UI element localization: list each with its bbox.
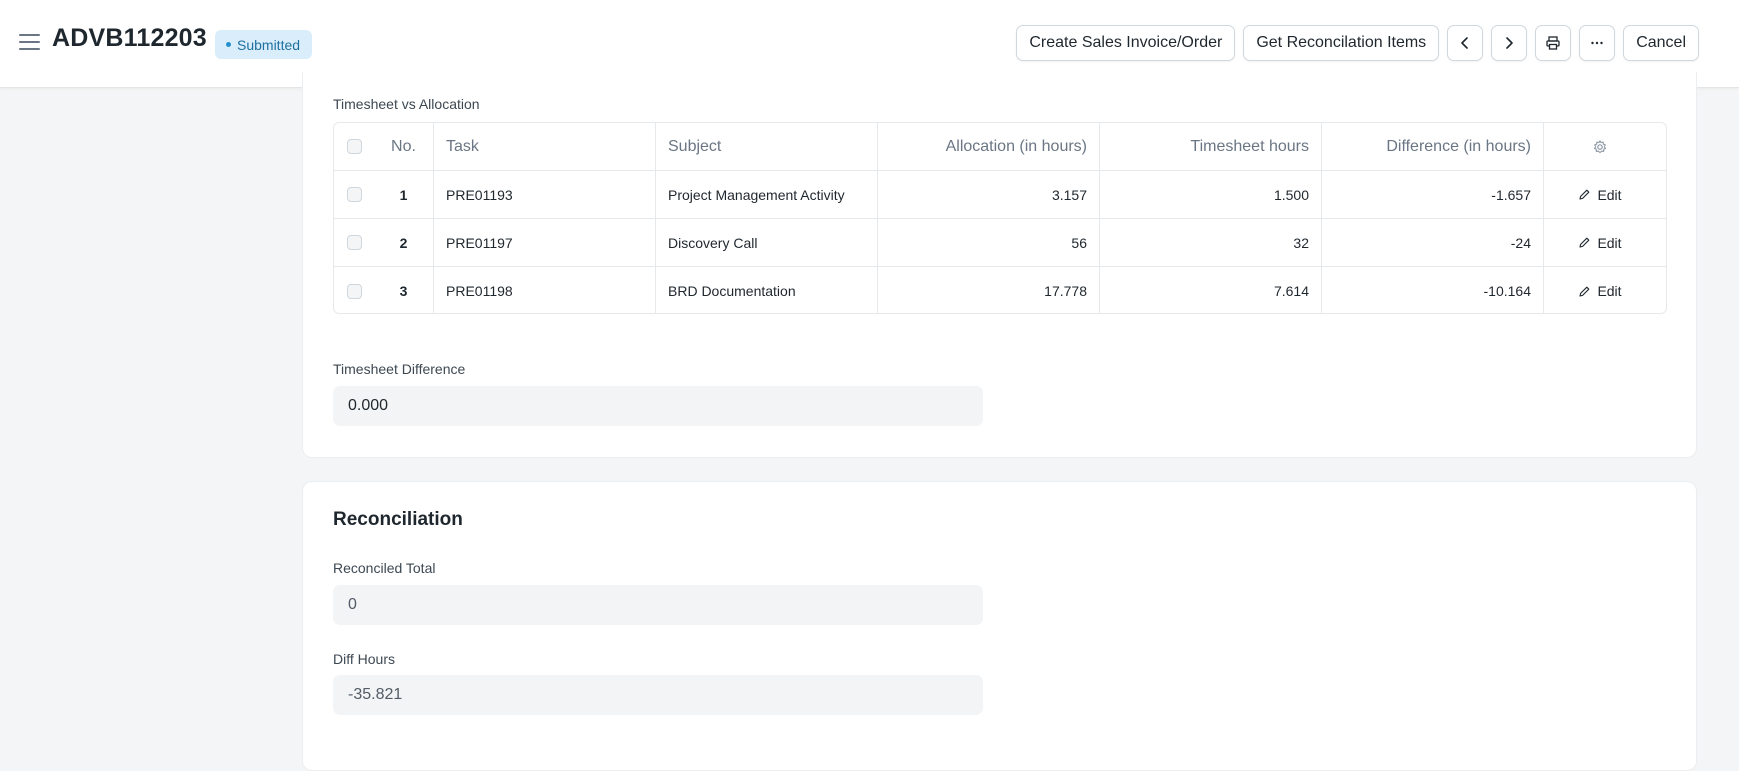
row-checkbox[interactable] xyxy=(346,187,362,202)
more-icon xyxy=(1591,41,1603,45)
gear-icon[interactable] xyxy=(1592,139,1608,155)
row-no: 1 xyxy=(374,171,434,218)
row-edit-button[interactable]: Edit xyxy=(1578,234,1622,251)
previous-document-button[interactable] xyxy=(1447,25,1484,61)
diff-hours-field[interactable]: -35.821 xyxy=(333,675,983,715)
column-header-task: Task xyxy=(434,123,656,170)
column-settings-cell xyxy=(1544,123,1656,170)
row-subject[interactable]: Project Management Activity xyxy=(656,171,878,218)
row-edit-label: Edit xyxy=(1597,186,1622,203)
timesheet-difference-label: Timesheet Difference xyxy=(333,361,466,377)
row-task[interactable]: PRE01198 xyxy=(434,267,656,313)
status-label: Submitted xyxy=(237,36,301,53)
header-actions: Create Sales Invoice/Order Get Reconcila… xyxy=(1016,25,1699,61)
get-reconciliation-items-button[interactable]: Get Reconcilation Items xyxy=(1243,25,1440,61)
row-subject[interactable]: BRD Documentation xyxy=(656,267,878,313)
row-timesheet[interactable]: 32 xyxy=(1100,219,1322,266)
print-button[interactable] xyxy=(1535,25,1572,61)
row-difference[interactable]: -10.164 xyxy=(1322,267,1544,313)
column-header-subject: Subject xyxy=(656,123,878,170)
row-difference[interactable]: -1.657 xyxy=(1322,171,1544,218)
timesheet-difference-field[interactable]: 0.000 xyxy=(333,386,983,426)
row-select-cell xyxy=(334,267,374,313)
row-task[interactable]: PRE01197 xyxy=(434,219,656,266)
row-allocation[interactable]: 56 xyxy=(878,219,1100,266)
select-all-cell xyxy=(334,123,374,170)
row-select-cell xyxy=(334,219,374,266)
timesheet-section: Timesheet vs Allocation No. Task Subject… xyxy=(302,72,1697,458)
column-header-timesheet: Timesheet hours xyxy=(1100,123,1322,170)
row-no: 3 xyxy=(374,267,434,313)
row-task[interactable]: PRE01193 xyxy=(434,171,656,218)
timesheet-table: No. Task Subject Allocation (in hours) T… xyxy=(333,122,1667,314)
row-timesheet[interactable]: 7.614 xyxy=(1100,267,1322,313)
row-select-cell xyxy=(334,171,374,218)
table-header-row: No. Task Subject Allocation (in hours) T… xyxy=(334,123,1666,171)
reconciliation-title: Reconciliation xyxy=(333,509,463,530)
document-title: ADVB112203 xyxy=(52,24,207,52)
row-timesheet[interactable]: 1.500 xyxy=(1100,171,1322,218)
row-edit-label: Edit xyxy=(1597,234,1622,251)
table-row[interactable]: 1 PRE01193 Project Management Activity 3… xyxy=(334,171,1666,219)
pencil-icon xyxy=(1579,286,1590,297)
column-header-no: No. xyxy=(374,123,434,170)
status-dot-icon xyxy=(226,42,231,47)
cancel-button[interactable]: Cancel xyxy=(1623,25,1699,61)
row-subject[interactable]: Discovery Call xyxy=(656,219,878,266)
chevron-left-icon xyxy=(1461,37,1468,49)
column-header-allocation: Allocation (in hours) xyxy=(878,123,1100,170)
reconciled-total-field[interactable]: 0 xyxy=(333,585,983,625)
table-row[interactable]: 3 PRE01198 BRD Documentation 17.778 7.61… xyxy=(334,267,1666,313)
row-edit-button[interactable]: Edit xyxy=(1578,186,1622,203)
row-allocation[interactable]: 17.778 xyxy=(878,267,1100,313)
row-edit-button[interactable]: Edit xyxy=(1578,283,1622,299)
status-badge: Submitted xyxy=(215,30,313,59)
chevron-right-icon xyxy=(1506,37,1513,49)
reconciled-total-label: Reconciled Total xyxy=(333,560,436,576)
row-edit-label: Edit xyxy=(1597,283,1622,299)
diff-hours-label: Diff Hours xyxy=(333,651,395,667)
next-document-button[interactable] xyxy=(1491,25,1528,61)
pencil-icon xyxy=(1579,189,1590,200)
row-no: 2 xyxy=(374,219,434,266)
row-allocation[interactable]: 3.157 xyxy=(878,171,1100,218)
pencil-icon xyxy=(1579,237,1590,248)
reconciliation-section: Reconciliation Reconciled Total 0 Diff H… xyxy=(302,481,1697,771)
select-all-checkbox[interactable] xyxy=(346,139,362,154)
row-checkbox[interactable] xyxy=(346,283,362,299)
row-checkbox[interactable] xyxy=(346,235,362,250)
more-options-button[interactable] xyxy=(1579,25,1616,61)
row-edit-cell: Edit xyxy=(1544,267,1656,313)
table-row[interactable]: 2 PRE01197 Discovery Call 56 32 -24 Edit xyxy=(334,219,1666,267)
printer-icon xyxy=(1546,36,1560,50)
create-sales-invoice-button[interactable]: Create Sales Invoice/Order xyxy=(1016,25,1236,61)
row-edit-cell: Edit xyxy=(1544,219,1656,266)
timesheet-table-label: Timesheet vs Allocation xyxy=(333,96,480,112)
row-edit-cell: Edit xyxy=(1544,171,1656,218)
column-header-difference: Difference (in hours) xyxy=(1322,123,1544,170)
menu-icon[interactable] xyxy=(19,34,40,50)
row-difference[interactable]: -24 xyxy=(1322,219,1544,266)
